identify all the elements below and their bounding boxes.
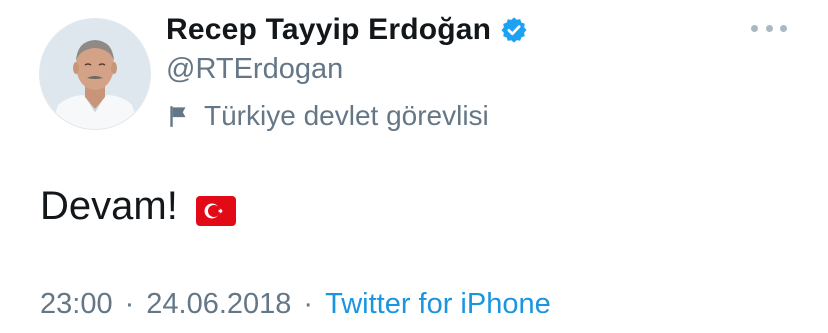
tweet-time[interactable]: 23:00 xyxy=(40,288,113,321)
author-row: Recep Tayyip Erdoğan xyxy=(166,10,528,50)
flag-icon xyxy=(166,103,192,129)
tweet-card: Recep Tayyip Erdoğan @RTErdogan Türkiye … xyxy=(0,0,828,333)
verified-badge-icon xyxy=(500,16,528,44)
more-dot xyxy=(751,24,758,32)
tweet-date[interactable]: 24.06.2018 xyxy=(146,288,291,321)
avatar[interactable] xyxy=(39,18,151,130)
tweet-body: Devam! xyxy=(40,183,178,228)
more-dot xyxy=(780,24,787,32)
tweet-text: Devam! xyxy=(40,181,236,231)
tweet-meta: 23:00 · 24.06.2018 · Twitter for iPhone xyxy=(40,285,551,323)
meta-separator: · xyxy=(124,287,135,320)
more-dot xyxy=(765,24,773,32)
author-handle[interactable]: @RTErdogan xyxy=(166,53,343,86)
tweet-source-link[interactable]: Twitter for iPhone xyxy=(325,288,551,321)
turkish-flag-icon xyxy=(195,191,236,226)
author-display-name[interactable]: Recep Tayyip Erdoğan xyxy=(166,13,491,47)
more-options-icon[interactable] xyxy=(751,18,787,38)
government-label[interactable]: Türkiye devlet görevlisi xyxy=(166,97,489,135)
government-label-text: Türkiye devlet görevlisi xyxy=(204,100,489,131)
profile-photo-icon xyxy=(40,19,150,129)
meta-separator: · xyxy=(303,287,314,320)
